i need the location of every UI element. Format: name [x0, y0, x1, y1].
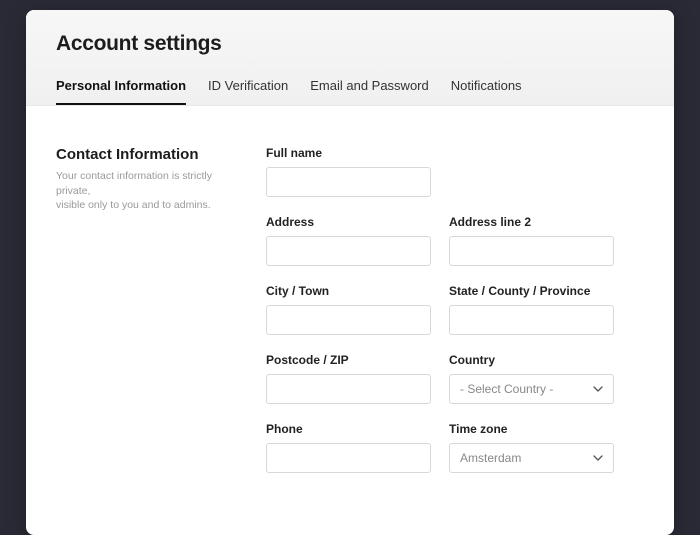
label-country: Country	[449, 353, 614, 367]
section-title: Contact Information	[56, 146, 236, 163]
input-city[interactable]	[266, 305, 431, 335]
settings-card: Account settings Personal Information ID…	[26, 10, 674, 535]
select-timezone[interactable]: Amsterdam	[449, 443, 614, 473]
section-desc-line2: visible only to you and to admins.	[56, 199, 211, 211]
input-address2[interactable]	[449, 236, 614, 266]
field-phone: Phone	[266, 422, 431, 473]
input-phone[interactable]	[266, 443, 431, 473]
select-timezone-value: Amsterdam	[460, 451, 521, 465]
tab-personal-information[interactable]: Personal Information	[56, 78, 186, 105]
input-postcode[interactable]	[266, 374, 431, 404]
section-description: Your contact information is strictly pri…	[56, 169, 236, 213]
page-title: Account settings	[56, 32, 644, 56]
field-address: Address	[266, 215, 431, 266]
input-state[interactable]	[449, 305, 614, 335]
input-address[interactable]	[266, 236, 431, 266]
field-country: Country - Select Country -	[449, 353, 614, 404]
field-city: City / Town	[266, 284, 431, 335]
label-postcode: Postcode / ZIP	[266, 353, 431, 367]
field-postcode: Postcode / ZIP	[266, 353, 431, 404]
label-address2: Address line 2	[449, 215, 614, 229]
select-country-value: - Select Country -	[460, 382, 553, 396]
card-body: Contact Information Your contact informa…	[26, 106, 674, 503]
field-address2: Address line 2	[449, 215, 614, 266]
tab-email-password[interactable]: Email and Password	[310, 78, 429, 105]
field-full-name: Full name	[266, 146, 431, 197]
card-header: Account settings Personal Information ID…	[26, 10, 674, 106]
label-timezone: Time zone	[449, 422, 614, 436]
label-phone: Phone	[266, 422, 431, 436]
tabs: Personal Information ID Verification Ema…	[56, 78, 644, 105]
tab-notifications[interactable]: Notifications	[451, 78, 522, 105]
select-country[interactable]: - Select Country -	[449, 374, 614, 404]
section-side: Contact Information Your contact informa…	[56, 146, 236, 473]
label-address: Address	[266, 215, 431, 229]
tab-id-verification[interactable]: ID Verification	[208, 78, 288, 105]
label-state: State / County / Province	[449, 284, 614, 298]
input-full-name[interactable]	[266, 167, 431, 197]
contact-form: Full name Address Address line 2 City / …	[266, 146, 614, 473]
section-desc-line1: Your contact information is strictly pri…	[56, 170, 212, 197]
field-timezone: Time zone Amsterdam	[449, 422, 614, 473]
label-full-name: Full name	[266, 146, 431, 160]
chevron-down-icon	[593, 384, 603, 394]
field-state: State / County / Province	[449, 284, 614, 335]
label-city: City / Town	[266, 284, 431, 298]
chevron-down-icon	[593, 453, 603, 463]
